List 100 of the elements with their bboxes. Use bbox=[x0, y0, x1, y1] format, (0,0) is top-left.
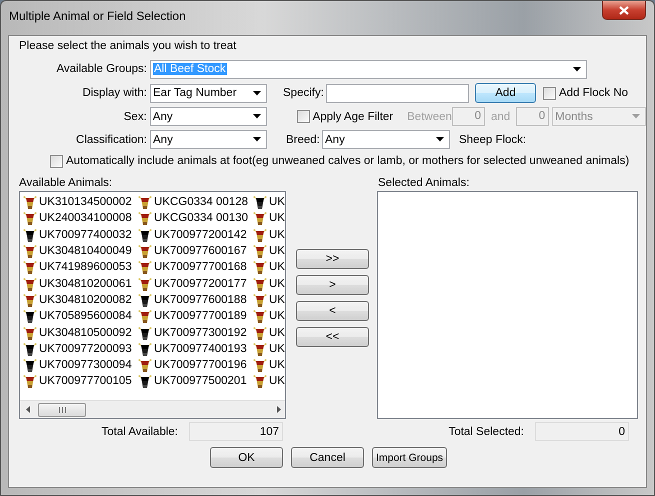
move-button[interactable]: > bbox=[296, 275, 369, 295]
move-button[interactable]: >> bbox=[296, 249, 369, 269]
animal-tag[interactable]: UK bbox=[269, 228, 285, 241]
cow-icon bbox=[22, 308, 38, 324]
import-groups-button[interactable]: Import Groups bbox=[372, 447, 447, 468]
animal-tag[interactable]: UK700977600188 bbox=[154, 294, 247, 306]
cow-icon bbox=[252, 292, 268, 308]
cow-icon bbox=[252, 324, 268, 341]
cow-icon bbox=[252, 210, 268, 226]
animal-tag[interactable]: UK bbox=[269, 212, 285, 224]
cow-icon bbox=[22, 357, 38, 374]
animal-tag[interactable]: UK304810500092 bbox=[39, 326, 132, 339]
display-with-dropdown[interactable]: Ear Tag Number bbox=[150, 84, 267, 102]
animal-tag[interactable]: UK700977200177 bbox=[154, 278, 247, 290]
animal-tag[interactable]: UK bbox=[269, 342, 285, 355]
scroll-left-icon bbox=[26, 406, 30, 413]
cow-icon bbox=[22, 276, 38, 292]
animal-tag[interactable]: UK bbox=[269, 261, 285, 274]
specify-field[interactable] bbox=[326, 84, 469, 102]
animal-tag[interactable]: UKCG0334 00128 bbox=[154, 196, 248, 208]
animal-tag[interactable]: UK741989600053 bbox=[39, 261, 132, 274]
cow-icon bbox=[252, 276, 268, 292]
animal-tag[interactable]: UK bbox=[269, 359, 285, 372]
cow-icon bbox=[22, 340, 38, 357]
close-button[interactable] bbox=[602, 1, 646, 20]
cow-icon bbox=[252, 340, 268, 357]
cow-icon bbox=[252, 308, 268, 324]
animal-tag[interactable]: UK bbox=[269, 326, 285, 339]
field-label: and bbox=[491, 110, 510, 122]
cow-icon bbox=[137, 340, 153, 357]
cow-icon bbox=[137, 276, 153, 292]
animal-tag[interactable]: UK700977300192 bbox=[154, 326, 247, 339]
ok-button[interactable]: OK bbox=[210, 447, 283, 468]
grip-icon bbox=[58, 406, 66, 412]
animal-tag[interactable]: UK304810200061 bbox=[39, 278, 132, 290]
animal-tag[interactable]: UK bbox=[269, 310, 285, 322]
field-label: Breed: bbox=[286, 134, 321, 146]
move-button[interactable]: < bbox=[296, 301, 369, 321]
available-animals-list[interactable] bbox=[19, 191, 286, 419]
add-button[interactable]: Add bbox=[475, 83, 536, 103]
cow-icon bbox=[22, 226, 38, 243]
checkbox[interactable] bbox=[296, 110, 310, 123]
animal-tag[interactable]: UK304810200082 bbox=[39, 294, 132, 306]
cow-icon bbox=[22, 210, 38, 226]
animal-tag[interactable]: UK bbox=[269, 375, 285, 388]
total-selected-field: 0 bbox=[535, 422, 629, 441]
cow-icon bbox=[137, 324, 153, 341]
animal-tag[interactable]: UK700977400032 bbox=[39, 228, 132, 241]
animal-tag[interactable]: UKCG0334 00130 bbox=[154, 212, 248, 224]
cow-icon bbox=[22, 259, 38, 276]
field-label: Between bbox=[407, 110, 452, 122]
animal-tag[interactable]: UK bbox=[269, 196, 285, 208]
dropdown-arrow-icon bbox=[253, 90, 261, 96]
window-title: Multiple Animal or Field Selection bbox=[9, 9, 186, 23]
animal-tag[interactable]: UK bbox=[269, 245, 285, 258]
animal-tag[interactable]: UK700977700168 bbox=[154, 261, 247, 274]
cow-icon bbox=[252, 259, 268, 276]
total-available-field: 107 bbox=[189, 422, 283, 441]
animal-tag[interactable]: UK700977200093 bbox=[39, 342, 132, 355]
field-label: Total Selected: bbox=[448, 426, 524, 438]
scroll-thumb[interactable] bbox=[38, 402, 86, 416]
cow-icon bbox=[137, 226, 153, 243]
classification-dropdown[interactable]: Any bbox=[150, 130, 267, 149]
animal-tag[interactable]: UK bbox=[269, 278, 285, 290]
animal-tag[interactable]: UK705895600084 bbox=[39, 310, 132, 322]
animal-tag[interactable]: UK700977700196 bbox=[154, 359, 247, 372]
cow-icon bbox=[137, 243, 153, 260]
animal-tag[interactable]: UK310134500002 bbox=[39, 196, 132, 208]
animal-tag[interactable]: UK304810400049 bbox=[39, 245, 132, 258]
animal-tag[interactable]: UK700977300094 bbox=[39, 359, 132, 372]
sex-dropdown[interactable]: Any bbox=[150, 107, 267, 126]
animal-tag[interactable]: UK700977700105 bbox=[39, 375, 132, 388]
cow-icon bbox=[137, 373, 153, 390]
animal-tag[interactable]: UK700977700189 bbox=[154, 310, 247, 322]
cow-icon bbox=[137, 194, 153, 210]
cow-icon bbox=[137, 292, 153, 308]
field-label: Classification: bbox=[75, 134, 147, 146]
animal-tag[interactable]: UK240034100008 bbox=[39, 212, 132, 224]
field-label: Specify: bbox=[283, 87, 325, 99]
animal-tag[interactable]: UK700977500201 bbox=[154, 375, 247, 388]
scroll-right-icon bbox=[277, 406, 281, 413]
animal-tag[interactable]: UK bbox=[269, 294, 285, 306]
cow-icon bbox=[22, 373, 38, 390]
checkbox-label: Apply Age Filter bbox=[312, 110, 394, 122]
dropdown-arrow-icon bbox=[632, 114, 640, 119]
cow-icon bbox=[137, 259, 153, 276]
breed-dropdown[interactable]: Any bbox=[322, 130, 450, 149]
animal-tag[interactable]: UK700977600167 bbox=[154, 245, 247, 258]
cancel-button[interactable]: Cancel bbox=[291, 447, 364, 468]
field-label: Total Available: bbox=[100, 426, 178, 438]
cow-icon bbox=[252, 194, 268, 210]
checkbox[interactable] bbox=[543, 86, 556, 100]
move-button[interactable]: << bbox=[296, 327, 369, 347]
animal-tag[interactable]: UK700977200142 bbox=[154, 228, 247, 241]
cow-icon bbox=[252, 226, 268, 243]
animal-tag[interactable]: UK700977400193 bbox=[154, 342, 247, 355]
horizontal-scrollbar[interactable] bbox=[20, 400, 285, 418]
checkbox[interactable] bbox=[50, 154, 63, 168]
cow-icon bbox=[22, 243, 38, 260]
field-label: Sex: bbox=[122, 110, 147, 122]
